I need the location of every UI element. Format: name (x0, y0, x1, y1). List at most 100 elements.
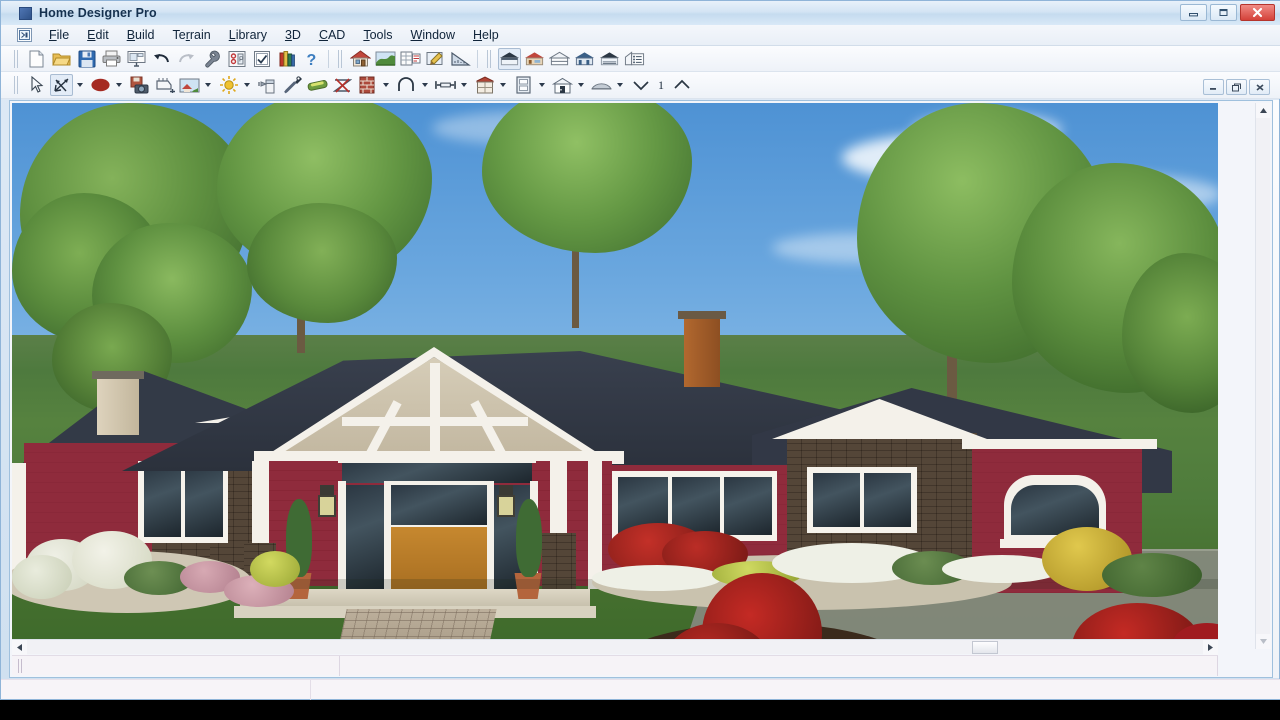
window-tool-dropdown[interactable] (536, 74, 548, 96)
camera-floor-icon[interactable] (548, 48, 571, 70)
arrow-cursor-icon[interactable] (25, 74, 48, 96)
toolbar-grip[interactable] (13, 49, 20, 68)
camera-framing-icon[interactable] (573, 48, 596, 70)
material-bar-icon[interactable] (306, 74, 329, 96)
camera-elevation-icon[interactable] (598, 48, 621, 70)
porch-lamp (499, 485, 513, 495)
paint-spray-icon[interactable] (256, 74, 279, 96)
window-glass-left (144, 467, 181, 537)
gable-collar-tie (342, 417, 528, 426)
system-menu-icon[interactable] (17, 28, 32, 42)
brick-wall-icon[interactable] (356, 74, 379, 96)
scroll-right-arrow[interactable] (1203, 640, 1218, 655)
cabinet-tool-dropdown[interactable] (497, 74, 509, 96)
dimension-tool-dropdown[interactable] (458, 74, 470, 96)
sun-light-dropdown[interactable] (241, 74, 253, 96)
menu-terrain[interactable]: Terrain (164, 26, 220, 44)
house-red-icon[interactable] (349, 48, 372, 70)
entry-frame (338, 457, 536, 463)
main-toolbar: P ? (1, 46, 1280, 72)
scroll-left-arrow[interactable] (12, 640, 27, 655)
scroll-up-arrow[interactable] (1256, 103, 1271, 118)
door-house-icon[interactable] (551, 74, 574, 96)
chimney-left (97, 375, 139, 435)
color-dropdown[interactable] (113, 74, 125, 96)
undo-arrow-icon[interactable] (150, 48, 173, 70)
redo-arrow-icon[interactable] (175, 48, 198, 70)
menu-window[interactable]: Window (402, 26, 464, 44)
menu-file[interactable]: FFileile (40, 26, 78, 44)
open-folder-icon[interactable] (50, 48, 73, 70)
wrench-icon[interactable] (200, 48, 223, 70)
save-floppy-icon[interactable] (75, 48, 98, 70)
menu-cad[interactable]: CAD (310, 26, 354, 44)
red-ellipse-icon[interactable] (89, 74, 112, 96)
new-document-icon[interactable] (25, 48, 48, 70)
mdi-close-button[interactable] (1249, 79, 1270, 95)
gable-brace (430, 363, 440, 459)
camera-perspective-icon[interactable] (523, 48, 546, 70)
window-glass-right (813, 473, 860, 527)
house-material-dropdown[interactable] (202, 74, 214, 96)
house-material-icon[interactable] (178, 74, 201, 96)
menu-help[interactable]: Help (464, 26, 508, 44)
menu-3d[interactable]: 3D (276, 26, 310, 44)
cross-out-icon[interactable] (331, 74, 354, 96)
viewport-horizontal-scrollbar[interactable] (12, 639, 1218, 655)
horizontal-scroll-thumb[interactable] (972, 641, 998, 654)
mdi-minimize-button[interactable] (1203, 79, 1224, 95)
window-icon[interactable] (512, 74, 535, 96)
pencil-board-icon[interactable] (424, 48, 447, 70)
shrub-yellow (250, 551, 300, 587)
viewport-vertical-scrollbar[interactable] (1255, 103, 1271, 649)
menu-build[interactable]: Build (118, 26, 164, 44)
schedule-table-icon[interactable] (399, 48, 422, 70)
toolbar-grip-2[interactable] (337, 49, 344, 68)
cabinet-icon[interactable] (473, 74, 496, 96)
camera-dollhouse-icon[interactable] (623, 48, 646, 70)
maximize-button[interactable] (1210, 4, 1237, 21)
window-controls (1180, 4, 1275, 21)
camera-add-icon[interactable] (153, 74, 176, 96)
triangle-ruler-icon[interactable] (449, 48, 472, 70)
minimize-button[interactable] (1180, 4, 1207, 21)
arch-curve-icon[interactable] (395, 74, 418, 96)
3d-perspective-view[interactable] (12, 103, 1218, 649)
arch-tool-dropdown[interactable] (419, 74, 431, 96)
roof-tool-dropdown[interactable] (614, 74, 626, 96)
menu-edit[interactable]: Edit (78, 26, 118, 44)
roof-icon[interactable] (590, 74, 613, 96)
status-cell-2 (340, 656, 1218, 676)
door-tool-dropdown[interactable] (575, 74, 587, 96)
menu-library[interactable]: Library (220, 26, 276, 44)
checkbox-options-icon[interactable] (250, 48, 273, 70)
porch-column (588, 461, 602, 589)
question-mark-icon[interactable]: ? (300, 48, 323, 70)
porch-lamp (320, 485, 334, 495)
printer-icon[interactable] (100, 48, 123, 70)
library-books-icon[interactable] (275, 48, 298, 70)
move-arrows-icon[interactable] (50, 74, 73, 96)
eyedropper-icon[interactable] (281, 74, 304, 96)
scroll-down-arrow[interactable] (1256, 634, 1271, 649)
wall-tool-dropdown[interactable] (380, 74, 392, 96)
dimension-line-icon[interactable] (434, 74, 457, 96)
toolbar-grip-3[interactable] (486, 49, 493, 68)
chevron-up-icon[interactable] (670, 74, 693, 96)
move-tool-dropdown[interactable] (74, 74, 86, 96)
defaults-panel-icon[interactable]: P (225, 48, 248, 70)
eave-far-right (962, 439, 1157, 449)
save-camera-icon[interactable] (128, 74, 151, 96)
sun-light-icon[interactable] (217, 74, 240, 96)
close-button[interactable] (1240, 4, 1275, 21)
mdi-restore-button[interactable] (1226, 79, 1247, 95)
menu-tools[interactable]: Tools (354, 26, 401, 44)
picture-window-glass (724, 477, 772, 535)
edit-toolbar-grip[interactable] (13, 76, 20, 94)
camera-fullview-icon[interactable] (498, 47, 521, 70)
layout-page-icon[interactable] (125, 48, 148, 70)
chevron-down-icon[interactable] (629, 74, 652, 96)
terrain-hill-icon[interactable] (374, 48, 397, 70)
status-grip[interactable] (16, 659, 26, 673)
mdi-window-controls (1203, 79, 1270, 95)
